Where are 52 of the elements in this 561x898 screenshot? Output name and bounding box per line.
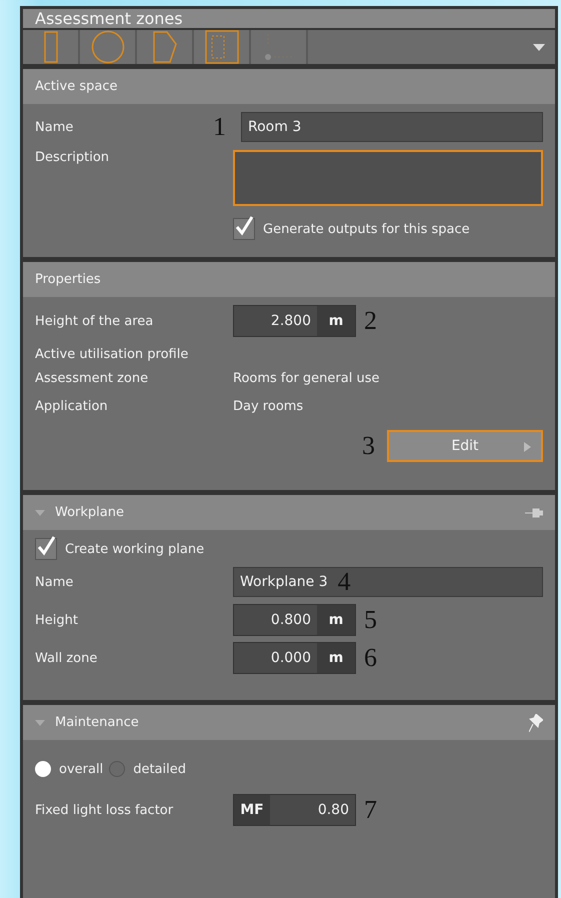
radio-label: detailed xyxy=(133,762,186,776)
section-title: Workplane xyxy=(55,505,124,520)
section-header: Properties xyxy=(23,262,555,297)
polygon-icon xyxy=(152,31,176,63)
field-label: Name xyxy=(35,574,74,590)
height-field[interactable]: 2.800 m xyxy=(233,305,356,337)
checkbox[interactable] xyxy=(35,538,57,560)
checkbox-label: Generate outputs for this space xyxy=(263,222,470,236)
dropdown-icon[interactable] xyxy=(533,44,545,50)
annotation-number: 7 xyxy=(364,797,377,823)
annotation-number: 1 xyxy=(213,114,227,140)
annotation-number: 4 xyxy=(338,569,351,595)
number-field[interactable]: 0.800 m xyxy=(233,604,356,636)
annotation-number: 2 xyxy=(364,308,377,334)
field-label: Description xyxy=(35,150,110,165)
name-field[interactable]: Workplane 3 4 xyxy=(233,567,543,597)
field-label: Height xyxy=(35,612,79,628)
number-field[interactable]: 0.000 m xyxy=(233,642,356,674)
panel-title: Assessment zones xyxy=(23,9,555,28)
checkbox[interactable] xyxy=(233,218,255,240)
collapse-caret-icon[interactable] xyxy=(35,720,45,726)
tool-button[interactable] xyxy=(194,30,251,64)
arrow-right-icon xyxy=(524,442,531,452)
pin-icon[interactable] xyxy=(525,508,543,518)
radio-button[interactable] xyxy=(109,761,126,777)
field-label: Wall zone xyxy=(35,650,98,666)
annotation-number: 6 xyxy=(364,645,377,671)
factor-field[interactable]: MF 0.80 xyxy=(233,794,356,826)
property-label: Assessment zone xyxy=(35,370,150,386)
field-label: Fixed light loss factor xyxy=(35,802,174,818)
radio-label: overall xyxy=(59,762,104,776)
description-field[interactable] xyxy=(233,150,543,206)
annotation-number: 5 xyxy=(364,607,377,633)
section-title: Maintenance xyxy=(55,715,139,730)
property-label: Application xyxy=(35,398,109,414)
tool-button[interactable] xyxy=(137,30,194,64)
rectangle-icon xyxy=(44,31,58,63)
checkbox-label: Create working plane xyxy=(65,542,204,556)
circle-icon xyxy=(90,30,124,64)
subheading: Active utilisation profile xyxy=(35,347,190,362)
tool-button[interactable] xyxy=(80,30,137,64)
field-label: Height of the area xyxy=(35,314,154,328)
tool-button[interactable] xyxy=(23,30,80,64)
field-label: Name xyxy=(35,120,74,134)
section-header: Active space xyxy=(23,69,555,104)
name-field[interactable]: Room 3 xyxy=(241,112,543,142)
collapse-caret-icon[interactable] xyxy=(35,510,45,516)
property-value: Rooms for general use xyxy=(233,370,380,386)
annotation-number: 3 xyxy=(362,433,375,459)
property-value: Day rooms xyxy=(233,398,304,414)
room-outline-icon xyxy=(204,30,238,64)
point-icon xyxy=(264,32,294,62)
